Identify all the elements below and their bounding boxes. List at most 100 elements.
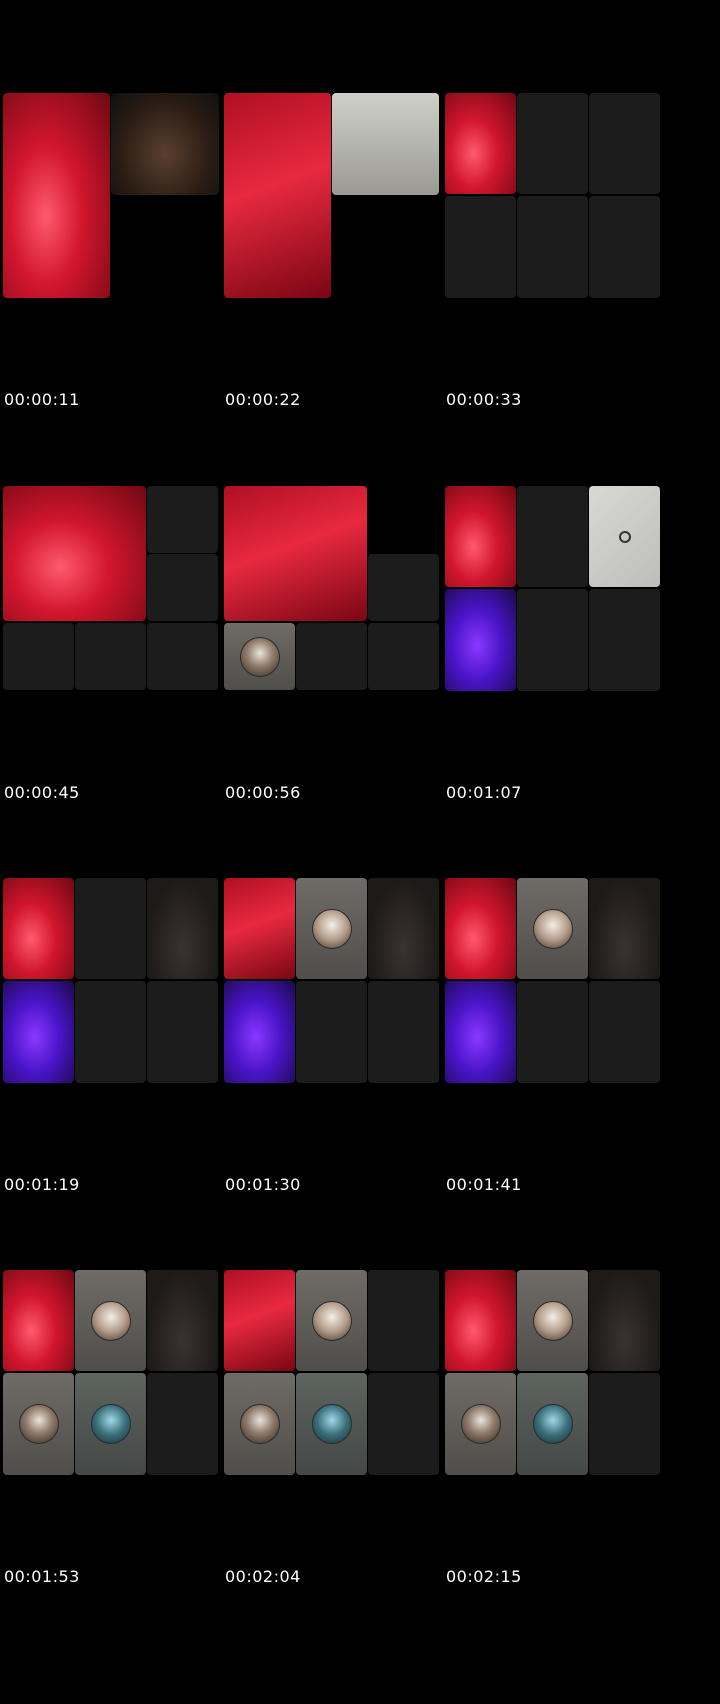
empty-tile: [517, 981, 588, 1083]
timestamp-label: 00:02:04: [225, 1567, 301, 1586]
video-tile-participant-1[interactable]: [3, 93, 110, 298]
empty-tile: [445, 196, 516, 298]
video-tile-participant-1[interactable]: [445, 878, 516, 979]
frame-00-01-07: 00:01:07: [445, 486, 680, 816]
avatar: [311, 908, 352, 949]
empty-tile: [147, 981, 218, 1083]
avatar-tile[interactable]: [224, 623, 295, 690]
avatar-tile[interactable]: [517, 1270, 588, 1371]
timestamp-label: 00:00:33: [446, 390, 522, 409]
avatar: [239, 1404, 280, 1444]
video-tile-participant-1[interactable]: [224, 878, 295, 979]
avatar-tile[interactable]: [3, 1373, 74, 1475]
empty-tile: [75, 981, 146, 1083]
video-tile-participant-1[interactable]: [3, 1270, 74, 1371]
frame-00-00-45: 00:00:45: [3, 486, 238, 816]
video-tile-participant-1[interactable]: [445, 486, 516, 587]
frame-00-00-56: 00:00:56: [224, 486, 459, 816]
frame-00-01-19: 00:01:19: [3, 878, 238, 1208]
empty-tile: [589, 196, 660, 298]
camera-ring-icon: [618, 530, 631, 543]
avatar: [90, 1404, 131, 1444]
video-tile-participant-1[interactable]: [224, 486, 367, 621]
empty-tile: [589, 93, 660, 194]
frame-00-00-33: 00:00:33: [445, 93, 680, 423]
frame-00-02-04: 00:02:04: [224, 1270, 459, 1600]
frame-00-01-30: 00:01:30: [224, 878, 459, 1208]
frame-00-01-53: 00:01:53: [3, 1270, 238, 1600]
timestamp-label: 00:00:22: [225, 390, 301, 409]
avatar-tile[interactable]: [75, 1373, 146, 1475]
video-tile-participant-2[interactable]: [589, 1270, 660, 1371]
avatar: [460, 1404, 501, 1444]
video-tile-participant-2[interactable]: [147, 878, 218, 979]
video-tile-participant-1[interactable]: [3, 878, 74, 979]
avatar: [311, 1404, 352, 1444]
empty-tile: [589, 981, 660, 1083]
avatar-tile[interactable]: [296, 878, 367, 979]
avatar-tile[interactable]: [445, 1373, 516, 1475]
avatar-tile[interactable]: [296, 1270, 367, 1371]
timestamp-label: 00:02:15: [446, 1567, 522, 1586]
frame-00-00-11: 00:00:11: [3, 93, 238, 423]
empty-tile: [368, 1373, 439, 1475]
empty-tile: [147, 1373, 218, 1475]
empty-tile: [517, 589, 588, 691]
video-tile-participant-2[interactable]: [368, 878, 439, 979]
empty-tile: [368, 554, 439, 621]
video-tile-participant-2[interactable]: [589, 878, 660, 979]
video-tile-participant-3[interactable]: [445, 589, 516, 691]
timestamp-label: 00:01:19: [4, 1175, 80, 1194]
empty-tile: [517, 486, 588, 587]
avatar: [532, 1404, 573, 1444]
timestamp-label: 00:01:30: [225, 1175, 301, 1194]
video-tile-participant-3[interactable]: [224, 981, 295, 1083]
timestamp-label: 00:00:45: [4, 783, 80, 802]
empty-tile: [75, 878, 146, 979]
frame-00-01-41: 00:01:41: [445, 878, 680, 1208]
empty-tile: [368, 981, 439, 1083]
empty-tile: [517, 93, 588, 194]
timestamp-label: 00:00:56: [225, 783, 301, 802]
empty-tile: [296, 623, 367, 690]
empty-tile: [589, 589, 660, 691]
avatar: [90, 1300, 131, 1341]
video-tile-participant-1[interactable]: [445, 93, 516, 194]
video-tile-participant-1[interactable]: [224, 93, 331, 298]
avatar: [311, 1300, 352, 1341]
video-tile-participant-2[interactable]: [147, 1270, 218, 1371]
avatar-tile[interactable]: [517, 878, 588, 979]
video-tile-participant-2[interactable]: [589, 486, 660, 587]
avatar: [532, 908, 573, 949]
empty-tile: [368, 1270, 439, 1371]
avatar-tile[interactable]: [224, 1373, 295, 1475]
empty-tile: [75, 623, 146, 690]
timestamp-label: 00:01:41: [446, 1175, 522, 1194]
avatar: [18, 1404, 59, 1444]
video-tile-participant-1[interactable]: [224, 1270, 295, 1371]
video-tile-participant-3[interactable]: [445, 981, 516, 1083]
empty-tile: [147, 486, 218, 553]
video-tile-participant-3[interactable]: [3, 981, 74, 1083]
timestamp-label: 00:01:07: [446, 783, 522, 802]
video-tile-participant-1[interactable]: [3, 486, 146, 621]
video-tile-participant-2[interactable]: [332, 93, 439, 195]
video-tile-participant-2[interactable]: [111, 93, 219, 195]
avatar-tile[interactable]: [75, 1270, 146, 1371]
timestamp-label: 00:01:53: [4, 1567, 80, 1586]
empty-tile: [368, 623, 439, 690]
empty-tile: [3, 623, 74, 690]
frame-00-02-15: 00:02:15: [445, 1270, 680, 1600]
avatar: [532, 1300, 573, 1341]
timestamp-label: 00:00:11: [4, 390, 80, 409]
empty-tile: [147, 554, 218, 621]
avatar: [239, 636, 280, 677]
empty-tile: [589, 1373, 660, 1475]
empty-tile: [517, 196, 588, 298]
empty-tile: [147, 623, 218, 690]
empty-tile: [296, 981, 367, 1083]
frame-00-00-22: 00:00:22: [224, 93, 459, 423]
video-tile-participant-1[interactable]: [445, 1270, 516, 1371]
avatar-tile[interactable]: [296, 1373, 367, 1475]
avatar-tile[interactable]: [517, 1373, 588, 1475]
